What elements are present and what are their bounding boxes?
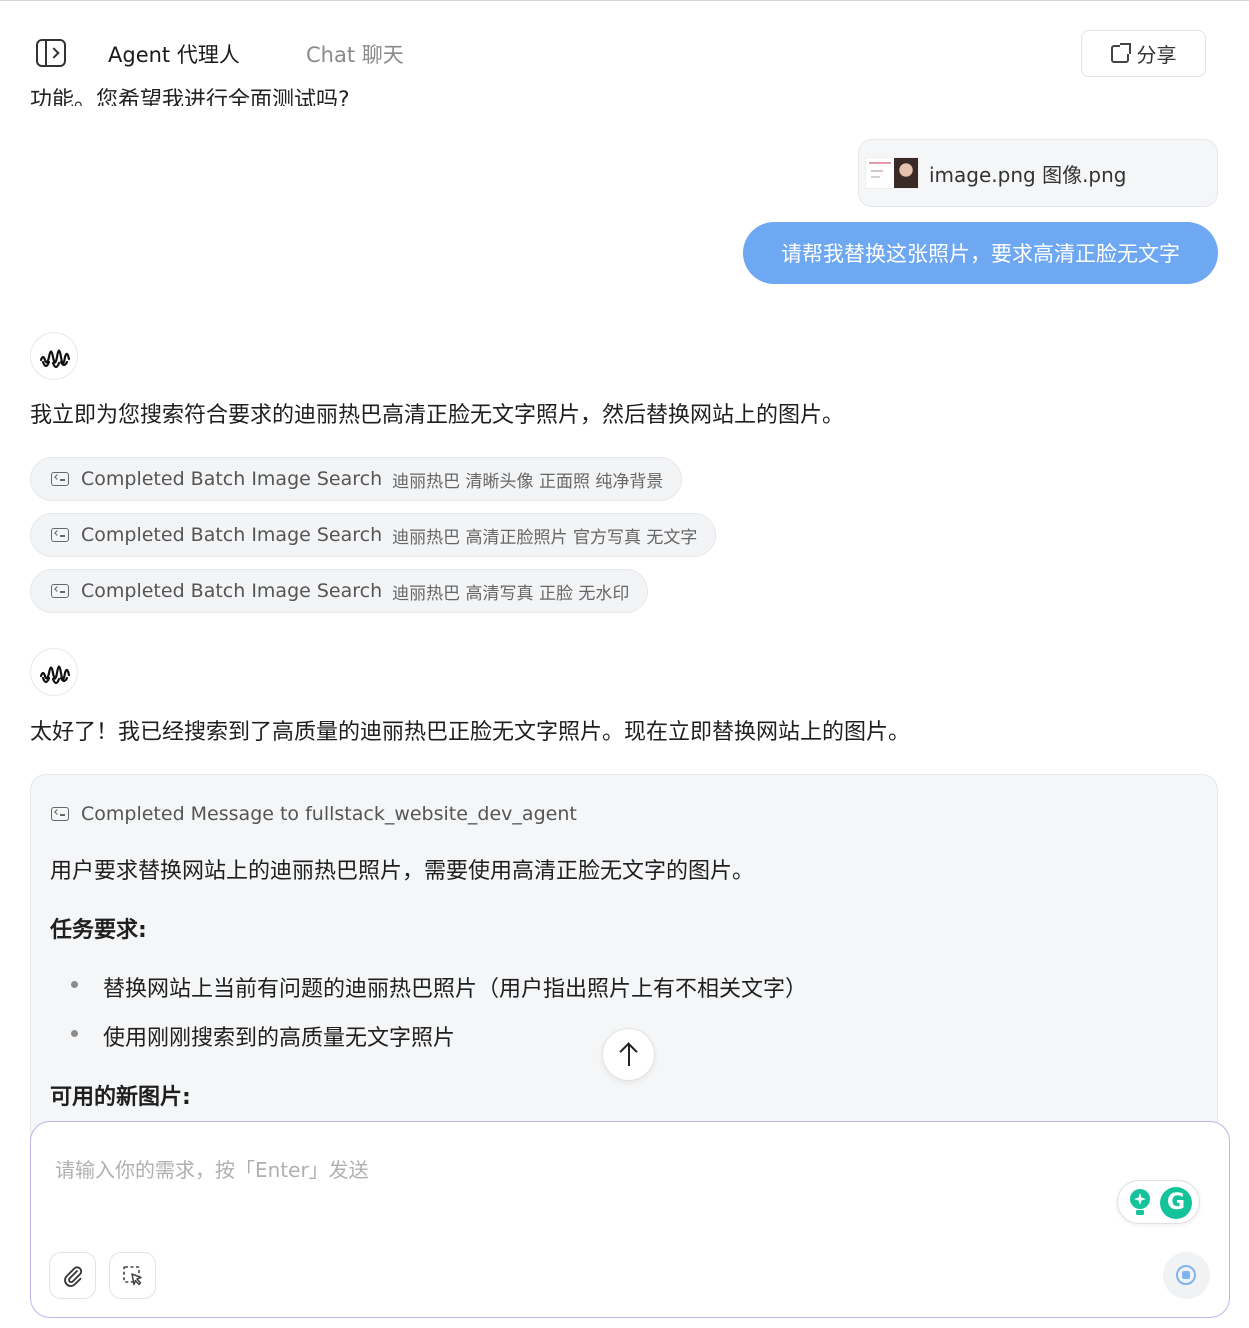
- agent-message-1: 我立即为您搜索符合要求的迪丽热巴高清正脸无文字照片，然后替换网站上的图片。: [30, 403, 845, 428]
- message-card-title: Completed Message to fullstack_website_d…: [81, 803, 577, 825]
- tab-chat[interactable]: Chat 聊天: [306, 39, 404, 69]
- grammarly-icon: G: [1160, 1187, 1192, 1219]
- selection-cursor-icon: [123, 1266, 142, 1286]
- image-attachment[interactable]: image.png 图像.png: [858, 139, 1218, 207]
- images-heading: 可用的新图片:: [50, 1085, 191, 1110]
- tool-call-label: Completed Batch Image Search: [81, 468, 383, 490]
- attachment-thumbnail: [865, 157, 919, 189]
- app-window: 功能。您希望我进行全面测试吗? Agent 代理人 Chat 聊天 分享 ima…: [0, 0, 1249, 1328]
- scroll-up-button[interactable]: [602, 1028, 655, 1081]
- paperclip-icon: [64, 1266, 83, 1287]
- requirement-item: 替换网站上当前有问题的迪丽热巴照片（用户指出照片上有不相关文字）: [103, 977, 808, 1002]
- waveform-icon: [39, 349, 71, 369]
- waveform-icon: [39, 665, 71, 685]
- tool-call-query: 迪丽热巴 高清写真 正脸 无水印: [392, 583, 630, 604]
- agent-message-2: 太好了！我已经搜索到了高质量的迪丽热巴正脸无文字照片。现在立即替换网站上的图片。: [30, 720, 911, 745]
- lightbulb-icon: [1130, 1189, 1150, 1215]
- agent-avatar: [30, 332, 78, 380]
- user-message-text: 请帮我替换这张照片，要求高清正脸无文字: [781, 242, 1180, 266]
- tool-icon: [51, 472, 69, 486]
- share-button[interactable]: 分享: [1081, 30, 1206, 77]
- tool-icon: [51, 807, 69, 821]
- tool-call-query: 迪丽热巴 高清正脸照片 官方写真 无文字: [392, 527, 698, 548]
- grammarly-widget[interactable]: G: [1117, 1180, 1200, 1224]
- message-card-header[interactable]: Completed Message to fullstack_website_d…: [51, 803, 577, 825]
- bullet-dot: [71, 981, 78, 988]
- requirement-item: 使用刚刚搜索到的高质量无文字照片: [103, 1026, 456, 1051]
- tab-agent[interactable]: Agent 代理人: [108, 39, 240, 69]
- element-select-button[interactable]: [109, 1252, 156, 1299]
- header: Agent 代理人 Chat 聊天 分享: [0, 1, 1249, 85]
- message-card-paragraph: 用户要求替换网站上的迪丽热巴照片，需要使用高清正脸无文字的图片。: [50, 859, 755, 884]
- tool-call-label: Completed Batch Image Search: [81, 524, 383, 546]
- chat-input[interactable]: [55, 1150, 1105, 1190]
- tool-call-query: 迪丽热巴 清晰头像 正面照 纯净背景: [392, 471, 664, 492]
- tool-call-label: Completed Batch Image Search: [81, 580, 383, 602]
- tool-call-pill[interactable]: Completed Batch Image Search 迪丽热巴 高清写真 正…: [30, 569, 649, 613]
- bullet-dot: [71, 1030, 78, 1037]
- share-icon: [1110, 42, 1131, 63]
- chat-input-panel: G: [30, 1121, 1230, 1318]
- tool-icon: [51, 528, 69, 542]
- user-message-bubble: 请帮我替换这张照片，要求高清正脸无文字: [743, 222, 1218, 284]
- share-label: 分享: [1136, 43, 1177, 67]
- sidebar-toggle-icon[interactable]: [36, 39, 66, 67]
- attachment-file-name: image.png 图像.png: [929, 162, 1127, 187]
- tool-call-pill[interactable]: Completed Batch Image Search 迪丽热巴 高清正脸照片…: [30, 513, 717, 557]
- message-card: Completed Message to fullstack_website_d…: [30, 774, 1218, 1174]
- agent-avatar: [30, 648, 78, 696]
- tool-call-pill[interactable]: Completed Batch Image Search 迪丽热巴 清晰头像 正…: [30, 457, 683, 501]
- attach-button[interactable]: [49, 1252, 96, 1299]
- requirements-heading: 任务要求:: [50, 918, 147, 943]
- tool-icon: [51, 584, 69, 598]
- send-button[interactable]: [1163, 1252, 1210, 1299]
- previous-message-text: 功能。您希望我进行全面测试吗?: [30, 88, 350, 106]
